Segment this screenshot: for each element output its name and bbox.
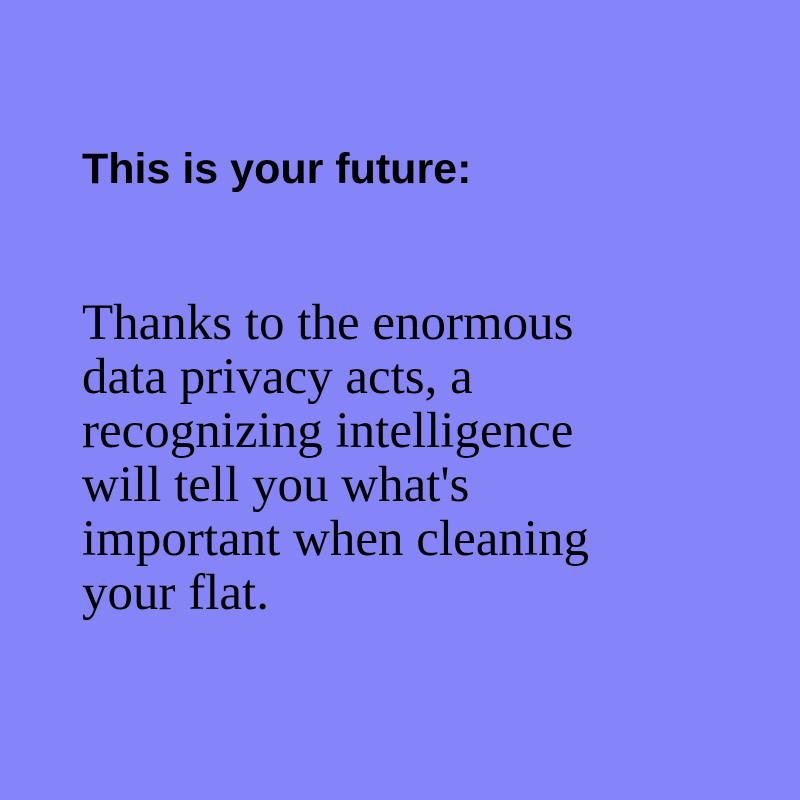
body-line: data privacy acts, a	[82, 349, 473, 405]
body-text: Thanks to the enormous data privacy acts…	[82, 296, 589, 620]
body-line: will tell you what's	[82, 457, 470, 513]
text-card: This is your future: Thanks to the enorm…	[0, 0, 800, 800]
body-line: important when cleaning	[82, 511, 590, 567]
body-line: Thanks to the enormous	[82, 295, 574, 351]
body-line: your flat.	[82, 565, 269, 621]
body-line: recognizing intelligence	[82, 403, 574, 459]
heading: This is your future:	[82, 145, 472, 193]
